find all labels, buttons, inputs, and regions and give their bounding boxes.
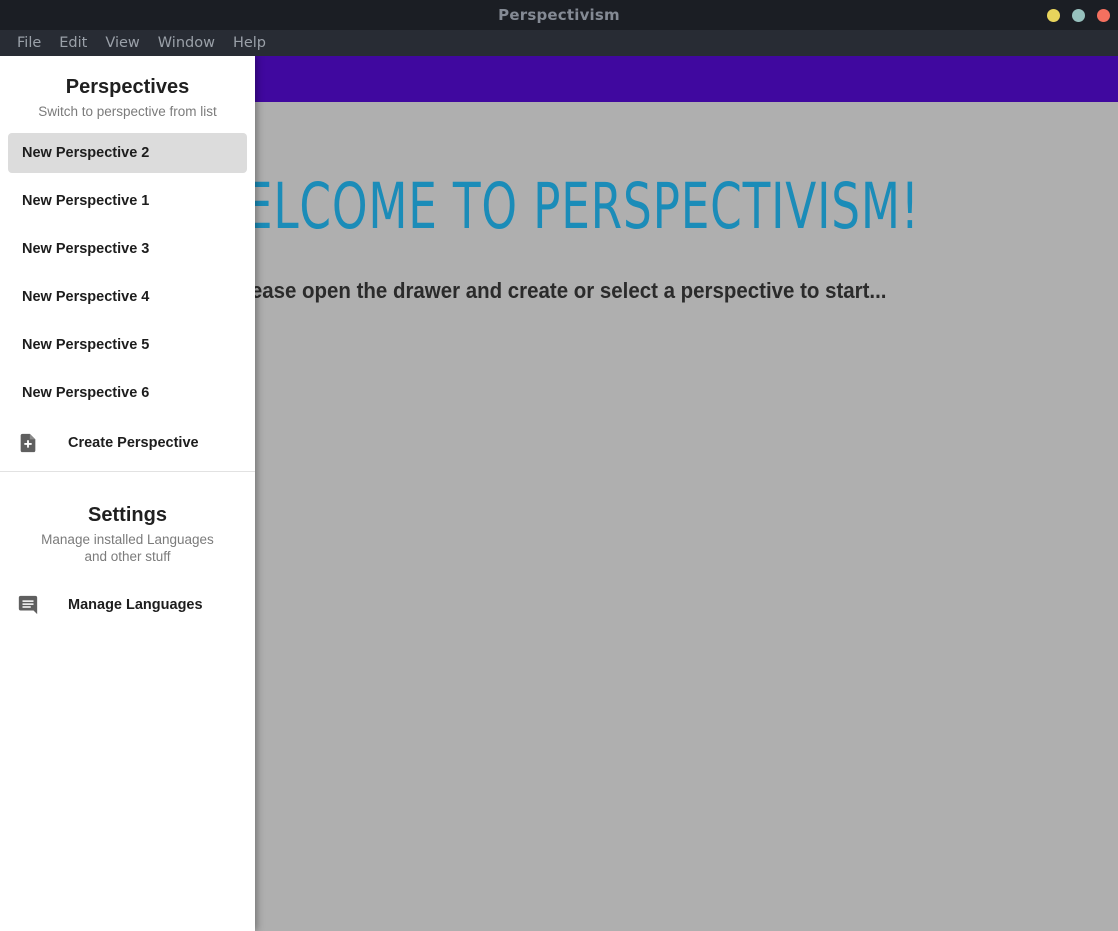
perspectives-header: Perspectives Switch to perspective from …	[0, 56, 255, 122]
perspective-item-new-perspective-6[interactable]: New Perspective 6	[8, 373, 247, 413]
title-bar: Perspectivism	[0, 0, 1118, 30]
menu-item-view[interactable]: View	[96, 33, 148, 53]
menu-item-window[interactable]: Window	[149, 33, 224, 53]
close-button[interactable]	[1097, 8, 1110, 22]
settings-section: Settings Manage installed Languages and …	[0, 484, 255, 627]
drawer-divider	[0, 471, 255, 472]
settings-subtitle: Manage installed Languages and other stu…	[41, 532, 214, 564]
manage-languages-label: Manage Languages	[68, 597, 203, 613]
perspective-item-new-perspective-4[interactable]: New Perspective 4	[8, 277, 247, 317]
window-controls	[1047, 0, 1110, 30]
menu-bar: File Edit View Window Help	[0, 30, 1118, 56]
application-window: Perspectivism File Edit View Window Help…	[0, 0, 1118, 931]
perspectives-subtitle: Switch to perspective from list	[38, 104, 217, 119]
create-perspective-label: Create Perspective	[68, 435, 199, 451]
perspectives-title: Perspectives	[65, 76, 190, 98]
perspective-item-new-perspective-2[interactable]: New Perspective 2	[8, 133, 247, 173]
perspective-list: New Perspective 2 New Perspective 1 New …	[0, 133, 255, 413]
settings-header: Settings Manage installed Languages and …	[0, 484, 255, 567]
navigation-drawer: Perspectives Switch to perspective from …	[0, 56, 255, 931]
settings-title: Settings	[88, 504, 167, 526]
manage-languages-button[interactable]: Manage Languages	[0, 583, 255, 627]
comment-icon	[16, 593, 40, 617]
maximize-button[interactable]	[1072, 8, 1085, 22]
menu-item-edit[interactable]: Edit	[50, 33, 96, 53]
window-title: Perspectivism	[498, 6, 620, 24]
minimize-button[interactable]	[1047, 8, 1060, 22]
perspective-item-new-perspective-5[interactable]: New Perspective 5	[8, 325, 247, 365]
perspectives-section: Perspectives Switch to perspective from …	[0, 56, 255, 472]
perspective-item-new-perspective-3[interactable]: New Perspective 3	[8, 229, 247, 269]
app-content: WELCOME TO PERSPECTIVISM! Please open th…	[0, 56, 1118, 931]
create-perspective-button[interactable]: Create Perspective	[0, 421, 255, 465]
menu-item-file[interactable]: File	[8, 33, 50, 53]
note-add-icon	[16, 431, 40, 455]
perspective-item-new-perspective-1[interactable]: New Perspective 1	[8, 181, 247, 221]
menu-item-help[interactable]: Help	[224, 33, 275, 53]
